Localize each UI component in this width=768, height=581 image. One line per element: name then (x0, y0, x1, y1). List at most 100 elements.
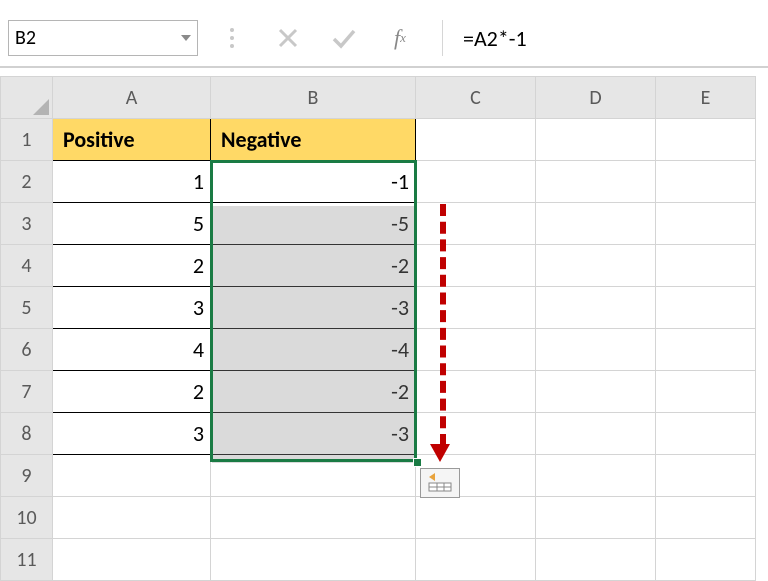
row-header-label: 1 (21, 128, 31, 152)
cell-B11[interactable] (211, 539, 416, 581)
row-header-9[interactable]: 9 (1, 455, 53, 497)
cell-value: -3 (391, 294, 409, 321)
fill-handle[interactable] (413, 458, 422, 467)
row-header-10[interactable]: 10 (1, 497, 53, 539)
cell-E8[interactable] (656, 413, 756, 455)
cell-C7[interactable] (416, 371, 536, 413)
cell-D3[interactable] (536, 203, 656, 245)
cell-E10[interactable] (656, 497, 756, 539)
cell-E2[interactable] (656, 161, 756, 203)
insert-function-icon[interactable]: fx (386, 24, 414, 52)
cell-A1[interactable]: Positive (53, 119, 211, 161)
cell-C2[interactable] (416, 161, 536, 203)
cell-A8[interactable]: 3 (53, 413, 211, 455)
cell-D5[interactable] (536, 287, 656, 329)
row-header-7[interactable]: 7 (1, 371, 53, 413)
cell-C4[interactable] (416, 245, 536, 287)
row-header-4[interactable]: 4 (1, 245, 53, 287)
cell-A11[interactable] (53, 539, 211, 581)
col-header-D[interactable]: D (536, 77, 656, 119)
cell-A5[interactable]: 3 (53, 287, 211, 329)
cell-D4[interactable] (536, 245, 656, 287)
row-header-3[interactable]: 3 (1, 203, 53, 245)
cell-A6[interactable]: 4 (53, 329, 211, 371)
cell-D11[interactable] (536, 539, 656, 581)
cell-A7[interactable]: 2 (53, 371, 211, 413)
enter-icon[interactable] (330, 24, 358, 52)
cell-E11[interactable] (656, 539, 756, 581)
cell-D1[interactable] (536, 119, 656, 161)
cell-D10[interactable] (536, 497, 656, 539)
cell-D8[interactable] (536, 413, 656, 455)
col-header-B[interactable]: B (211, 77, 416, 119)
row-header-label: 3 (21, 212, 31, 236)
autofill-options-button[interactable] (420, 468, 460, 498)
row-header-label: 8 (21, 422, 31, 446)
cell-D9[interactable] (536, 455, 656, 497)
cell-value: Positive (63, 126, 135, 153)
more-icon[interactable] (218, 24, 246, 52)
cell-B2[interactable]: -1 (211, 161, 416, 203)
cell-E6[interactable] (656, 329, 756, 371)
cell-E7[interactable] (656, 371, 756, 413)
cell-A4[interactable]: 2 (53, 245, 211, 287)
select-all-corner[interactable] (1, 77, 53, 119)
cell-C11[interactable] (416, 539, 536, 581)
row-header-label: 4 (21, 254, 31, 278)
cell-E1[interactable] (656, 119, 756, 161)
cell-C6[interactable] (416, 329, 536, 371)
cell-B1[interactable]: Negative (211, 119, 416, 161)
row-header-6[interactable]: 6 (1, 329, 53, 371)
cell-B3[interactable]: -5 (211, 203, 416, 245)
row-header-label: 5 (21, 296, 31, 320)
cell-C3[interactable] (416, 203, 536, 245)
cell-B5[interactable]: -3 (211, 287, 416, 329)
cell-value: 5 (193, 210, 204, 237)
cell-A2[interactable]: 1 (53, 161, 211, 203)
cell-E4[interactable] (656, 245, 756, 287)
col-header-label: D (589, 86, 601, 110)
cell-A3[interactable]: 5 (53, 203, 211, 245)
row-header-1[interactable]: 1 (1, 119, 53, 161)
cancel-icon[interactable] (274, 24, 302, 52)
cell-B9[interactable] (211, 455, 416, 497)
name-box[interactable]: B2 (8, 20, 198, 56)
cell-B7[interactable]: -2 (211, 371, 416, 413)
cell-D2[interactable] (536, 161, 656, 203)
cell-B8[interactable]: -3 (211, 413, 416, 455)
col-header-C[interactable]: C (416, 77, 536, 119)
cell-D7[interactable] (536, 371, 656, 413)
cell-C5[interactable] (416, 287, 536, 329)
cell-B6[interactable]: -4 (211, 329, 416, 371)
cell-A9[interactable] (53, 455, 211, 497)
cell-E9[interactable] (656, 455, 756, 497)
cell-B4[interactable]: -2 (211, 245, 416, 287)
cell-value: -1 (391, 168, 409, 195)
cell-B10[interactable] (211, 497, 416, 539)
row-header-5[interactable]: 5 (1, 287, 53, 329)
cell-D6[interactable] (536, 329, 656, 371)
col-header-label: A (126, 86, 138, 110)
formula-bar: B2 fx =A2*-1 (0, 18, 768, 58)
guide-arrow-line (440, 204, 446, 446)
cell-E5[interactable] (656, 287, 756, 329)
formula-input[interactable]: =A2*-1 (442, 20, 760, 56)
cell-A10[interactable] (53, 497, 211, 539)
formula-text: =A2*-1 (463, 25, 527, 52)
cell-value: -2 (391, 252, 409, 279)
col-header-A[interactable]: A (53, 77, 211, 119)
divider (0, 66, 768, 68)
col-header-E[interactable]: E (656, 77, 756, 119)
row-header-8[interactable]: 8 (1, 413, 53, 455)
cell-C1[interactable] (416, 119, 536, 161)
chevron-down-icon[interactable] (181, 35, 191, 41)
sheet-table[interactable]: A B C D E 1 Positive Negative 2 1 -1 3 5… (0, 76, 756, 581)
row-header-11[interactable]: 11 (1, 539, 53, 581)
cell-value: 3 (193, 294, 204, 321)
row-header-label: 7 (21, 380, 31, 404)
row-header-label: 6 (21, 338, 31, 362)
cell-value: 4 (193, 336, 204, 363)
cell-C10[interactable] (416, 497, 536, 539)
row-header-2[interactable]: 2 (1, 161, 53, 203)
cell-E3[interactable] (656, 203, 756, 245)
